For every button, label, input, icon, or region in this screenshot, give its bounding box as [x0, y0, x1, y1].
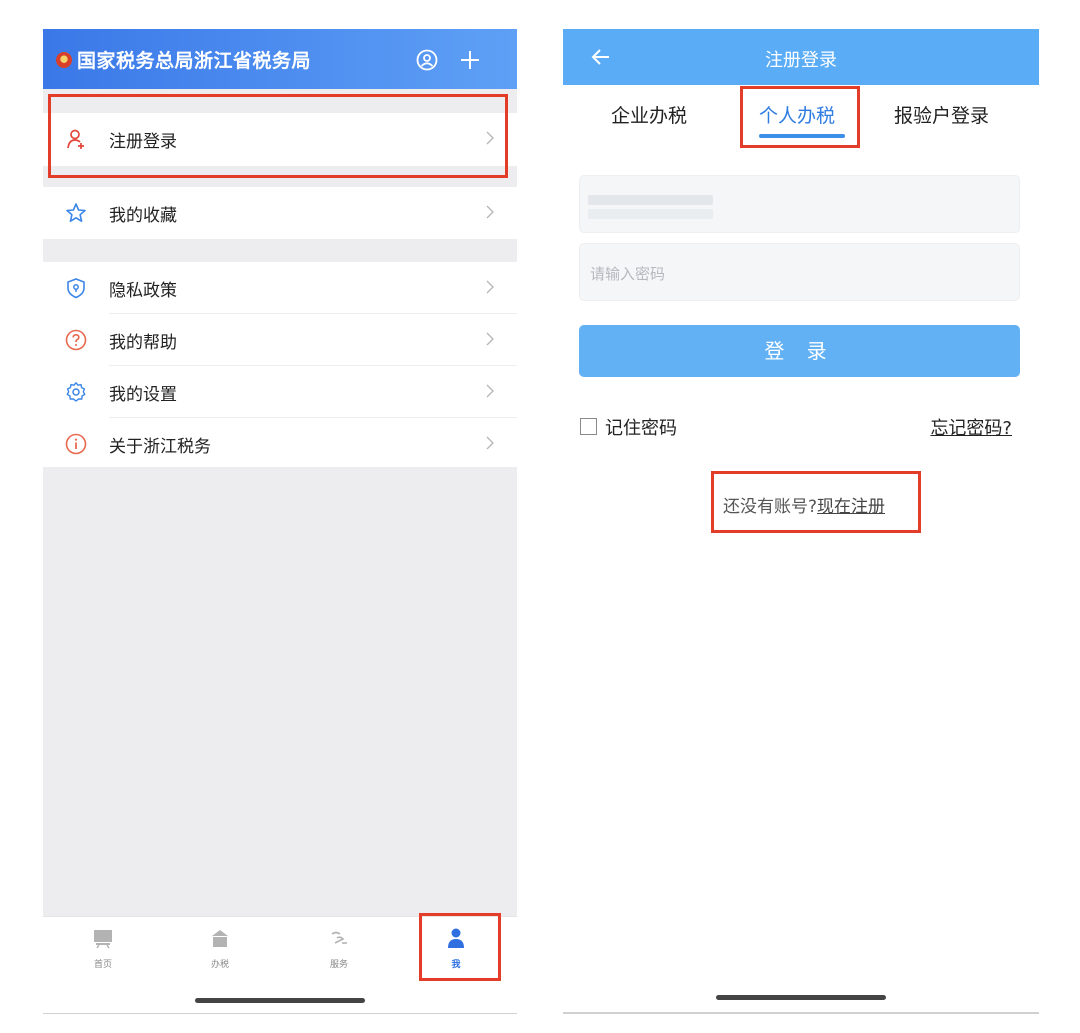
- password-placeholder: 请输入密码: [590, 265, 666, 283]
- remember-password-checkbox[interactable]: [580, 418, 597, 435]
- tab-label: 服务: [329, 960, 348, 970]
- menu-item-settings[interactable]: 我的设置: [43, 366, 517, 418]
- info-icon: [65, 433, 87, 455]
- tab-tax[interactable]: 办税: [190, 927, 250, 970]
- masked-account-text: [588, 195, 713, 205]
- tab-label: 首页: [93, 960, 112, 970]
- home-screen-icon: [94, 930, 112, 949]
- menu-group-favorites: 我的收藏: [43, 187, 517, 239]
- highlight-register-link: [711, 471, 921, 533]
- star-icon: [66, 203, 86, 222]
- page-title: 注册登录: [765, 50, 837, 71]
- highlight-personal-tab: [740, 86, 860, 148]
- bottom-edge: [43, 1013, 517, 1014]
- bottom-tab-bar: 首页 办税 服务 我: [43, 913, 517, 1014]
- app-header: 国家税务总局浙江省税务局: [43, 29, 517, 89]
- chevron-right-icon: [486, 280, 494, 294]
- bottom-edge: [563, 1012, 1039, 1014]
- menu-label: 我的设置: [109, 385, 177, 405]
- menu-item-help[interactable]: 我的帮助: [43, 314, 517, 366]
- right-phone-screen: 注册登录 企业办税 个人办税 报验户登录 请输入密码 登 录 记住密码 忘记密码…: [563, 29, 1039, 1014]
- gear-icon: [66, 382, 86, 402]
- forgot-password-link[interactable]: 忘记密码?: [930, 414, 1012, 440]
- tab-label: 办税: [210, 960, 229, 970]
- password-input[interactable]: 请输入密码: [579, 243, 1020, 301]
- left-phone-screen: 国家税务总局浙江省税务局 注册登录 我的收藏 隐私政策 我的帮助 我的设置 关于…: [43, 29, 517, 1014]
- highlight-register-login: [48, 94, 508, 178]
- tax-emblem-icon: [56, 52, 72, 68]
- plus-icon[interactable]: [459, 49, 481, 71]
- question-icon: [65, 329, 87, 351]
- masked-account-text: [588, 209, 713, 219]
- login-button[interactable]: 登 录: [579, 325, 1020, 377]
- menu-label: 关于浙江税务: [109, 437, 211, 457]
- login-header: 注册登录: [563, 29, 1039, 85]
- menu-item-favorites[interactable]: 我的收藏: [43, 187, 517, 239]
- menu-label: 我的收藏: [109, 206, 177, 226]
- app-title: 国家税务总局浙江省税务局: [77, 50, 312, 72]
- highlight-tab-me: [419, 913, 501, 981]
- chevron-right-icon: [486, 384, 494, 398]
- menu-label: 隐私政策: [109, 281, 177, 301]
- tab-service[interactable]: 服务: [309, 927, 369, 970]
- service-icon: [331, 931, 347, 944]
- menu-item-about[interactable]: 关于浙江税务: [43, 418, 517, 470]
- menu-group-settings: 隐私政策 我的帮助 我的设置 关于浙江税务: [43, 262, 517, 467]
- tab-home[interactable]: 首页: [73, 927, 133, 970]
- account-input[interactable]: [579, 175, 1020, 233]
- chevron-right-icon: [486, 205, 494, 219]
- tab-enterprise[interactable]: 企业办税: [611, 101, 687, 128]
- building-icon: [212, 930, 228, 947]
- remember-password-label: 记住密码: [605, 418, 677, 439]
- home-indicator: [716, 995, 886, 1000]
- tab-inspection-login[interactable]: 报验户登录: [894, 101, 989, 128]
- account-icon[interactable]: [416, 49, 438, 71]
- menu-item-privacy[interactable]: 隐私政策: [43, 262, 517, 314]
- chevron-right-icon: [486, 436, 494, 450]
- menu-label: 我的帮助: [109, 333, 177, 353]
- chevron-right-icon: [486, 332, 494, 346]
- home-indicator: [195, 998, 365, 1003]
- shield-icon: [67, 278, 85, 299]
